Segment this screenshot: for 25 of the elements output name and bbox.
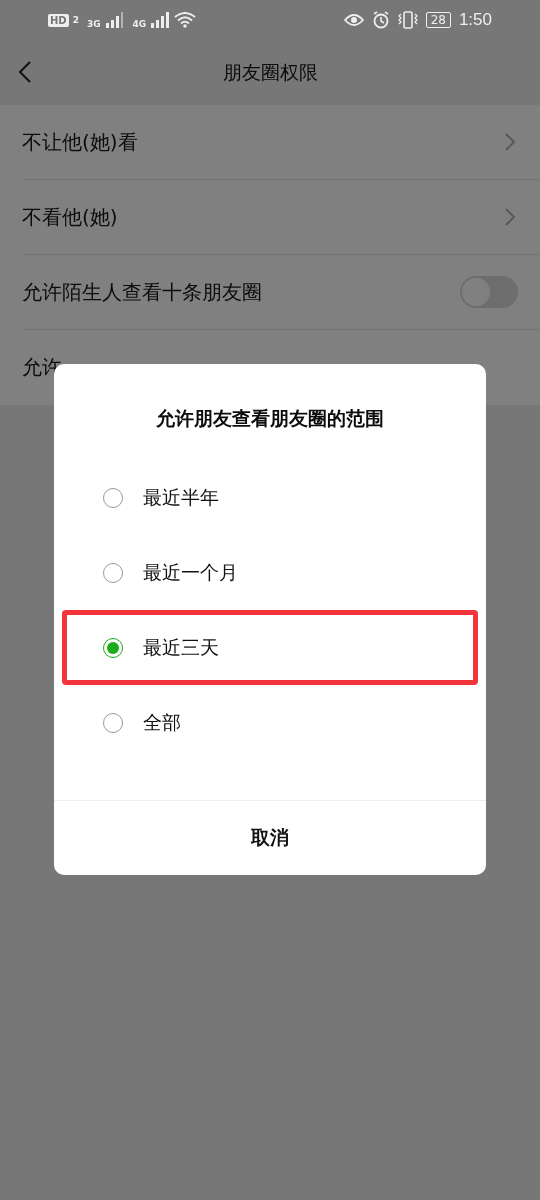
setting-label: 不看他(她) — [22, 203, 118, 231]
signal-icon — [104, 12, 125, 28]
option-label[interactable]: 最近三天 — [143, 634, 219, 661]
setting-label: 不让他(她)看 — [22, 128, 138, 156]
signal-icon — [150, 12, 171, 28]
sim-number: 2 — [72, 15, 79, 25]
hd-indicator: HD — [48, 13, 69, 27]
chevron-icon[interactable] — [504, 132, 516, 152]
chevron-icon[interactable] — [504, 207, 516, 227]
setting-label: 允许陌生人查看十条朋友圈 — [22, 278, 262, 306]
battery-indicator: 28 — [425, 12, 451, 28]
eye-icon — [343, 13, 364, 27]
wifi-icon — [174, 12, 197, 28]
network-type: 3G — [86, 19, 101, 29]
page-title: 朋友圈权限 — [222, 59, 318, 85]
alarm-icon — [371, 11, 390, 29]
vibrate-icon — [397, 11, 418, 29]
option-label[interactable]: 最近半年 — [143, 484, 219, 511]
clock: 1:50 — [458, 10, 492, 30]
option-label[interactable]: 全部 — [143, 709, 181, 736]
network-type: 4G — [132, 19, 147, 29]
dialog-title: 允许朋友查看朋友圈的范围 — [155, 406, 385, 431]
back-icon[interactable] — [18, 60, 32, 84]
option-label[interactable]: 最近一个月 — [143, 559, 238, 586]
cancel-button[interactable]: 取消 — [54, 800, 486, 875]
